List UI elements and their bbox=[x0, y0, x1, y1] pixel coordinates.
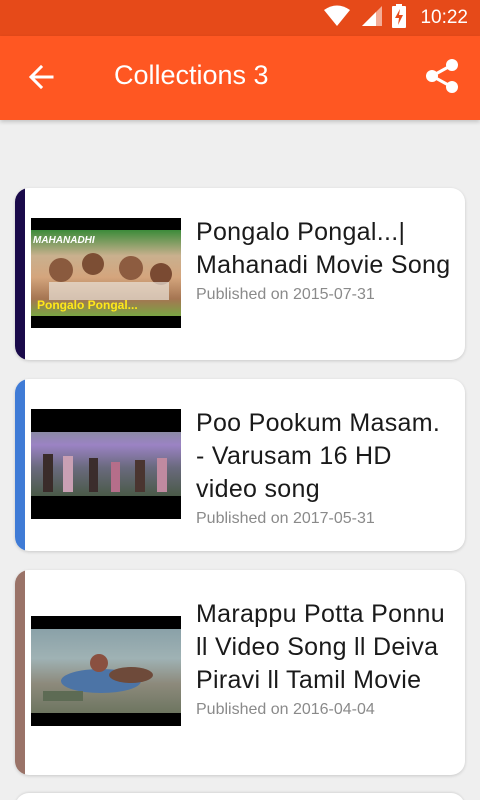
wifi-icon bbox=[324, 5, 351, 32]
thumbnail-art bbox=[43, 454, 167, 492]
cell-signal-icon bbox=[360, 5, 383, 32]
card-text: Marappu Potta Ponnu ll Video Song ll Dei… bbox=[196, 598, 451, 719]
video-title: Pongalo Pongal...| Mahanadi Movie Song bbox=[196, 218, 451, 279]
video-thumbnail[interactable] bbox=[31, 616, 181, 726]
video-card[interactable]: Marappu Potta Ponnu ll Video Song ll Dei… bbox=[15, 570, 465, 775]
video-title: Poo Pookum Masam. - Varusam 16 HD video … bbox=[196, 409, 441, 503]
video-list: MAHANADHI Pongalo Pongal... Pongalo Pong… bbox=[15, 188, 465, 794]
video-thumbnail[interactable]: MAHANADHI Pongalo Pongal... bbox=[31, 218, 181, 328]
status-bar: 10:22 bbox=[0, 0, 480, 36]
page-title: Collections 3 bbox=[114, 60, 269, 90]
video-date: Published on 2015-07-31 bbox=[196, 286, 375, 303]
video-card[interactable]: MAHANADHI Pongalo Pongal... Pongalo Pong… bbox=[15, 188, 465, 360]
battery-charging-icon bbox=[392, 3, 407, 33]
video-card-partial[interactable] bbox=[15, 793, 465, 800]
app-bar: Collections 3 bbox=[0, 36, 480, 120]
video-date: Published on 2016-04-04 bbox=[196, 701, 375, 718]
arrow-back-icon bbox=[28, 64, 54, 95]
thumbnail-art bbox=[43, 654, 153, 701]
share-icon bbox=[425, 58, 459, 99]
status-time: 10:22 bbox=[420, 7, 468, 28]
status-icons: 10:22 bbox=[324, 0, 468, 36]
back-button[interactable] bbox=[18, 56, 64, 102]
card-text: Pongalo Pongal...| Mahanadi Movie Song P… bbox=[196, 216, 451, 304]
card-text: Poo Pookum Masam. - Varusam 16 HD video … bbox=[196, 407, 451, 528]
video-card[interactable]: Poo Pookum Masam. - Varusam 16 HD video … bbox=[15, 379, 465, 551]
thumbnail-logo: MAHANADHI bbox=[33, 235, 95, 246]
thumbnail-caption: Pongalo Pongal... bbox=[37, 298, 138, 312]
video-date: Published on 2017-05-31 bbox=[196, 510, 375, 527]
share-button[interactable] bbox=[418, 54, 466, 102]
card-accent bbox=[15, 379, 25, 551]
video-title: Marappu Potta Ponnu ll Video Song ll Dei… bbox=[196, 600, 445, 694]
card-accent bbox=[15, 570, 25, 775]
video-thumbnail[interactable] bbox=[31, 409, 181, 519]
card-accent bbox=[15, 188, 25, 360]
